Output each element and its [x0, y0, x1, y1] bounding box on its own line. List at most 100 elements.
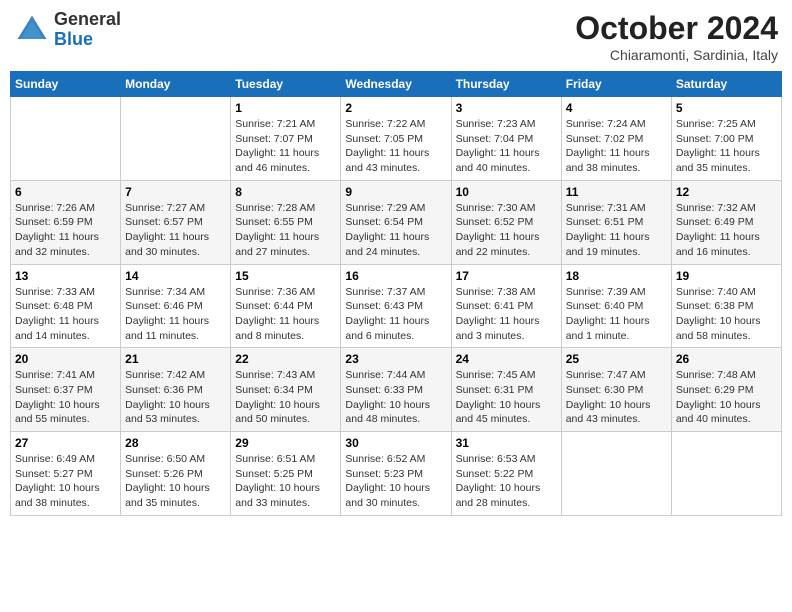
day-info: Sunrise: 7:36 AM Sunset: 6:44 PM Dayligh… [235, 285, 336, 344]
day-info: Sunrise: 7:38 AM Sunset: 6:41 PM Dayligh… [456, 285, 557, 344]
calendar-cell: 29 Sunrise: 6:51 AM Sunset: 5:25 PM Dayli… [231, 432, 341, 516]
day-info: Sunrise: 7:34 AM Sunset: 6:46 PM Dayligh… [125, 285, 226, 344]
calendar-cell: 1 Sunrise: 7:21 AM Sunset: 7:07 PM Daylig… [231, 97, 341, 181]
day-info: Sunrise: 7:45 AM Sunset: 6:31 PM Dayligh… [456, 368, 557, 427]
day-info: Sunrise: 7:22 AM Sunset: 7:05 PM Dayligh… [345, 117, 446, 176]
calendar-cell: 21 Sunrise: 7:42 AM Sunset: 6:36 PM Dayli… [121, 348, 231, 432]
day-number: 20 [15, 352, 116, 366]
day-info: Sunrise: 6:49 AM Sunset: 5:27 PM Dayligh… [15, 452, 116, 511]
calendar-cell: 7 Sunrise: 7:27 AM Sunset: 6:57 PM Daylig… [121, 180, 231, 264]
weekday-header-wednesday: Wednesday [341, 72, 451, 97]
day-info: Sunrise: 7:44 AM Sunset: 6:33 PM Dayligh… [345, 368, 446, 427]
calendar-cell: 9 Sunrise: 7:29 AM Sunset: 6:54 PM Daylig… [341, 180, 451, 264]
weekday-header-saturday: Saturday [671, 72, 781, 97]
day-info: Sunrise: 7:40 AM Sunset: 6:38 PM Dayligh… [676, 285, 777, 344]
calendar-cell: 15 Sunrise: 7:36 AM Sunset: 6:44 PM Dayli… [231, 264, 341, 348]
title-block: October 2024 Chiaramonti, Sardinia, Ital… [575, 10, 778, 63]
week-row-5: 27 Sunrise: 6:49 AM Sunset: 5:27 PM Dayli… [11, 432, 782, 516]
day-number: 13 [15, 269, 116, 283]
calendar-cell: 2 Sunrise: 7:22 AM Sunset: 7:05 PM Daylig… [341, 97, 451, 181]
day-info: Sunrise: 7:21 AM Sunset: 7:07 PM Dayligh… [235, 117, 336, 176]
day-info: Sunrise: 7:27 AM Sunset: 6:57 PM Dayligh… [125, 201, 226, 260]
day-number: 21 [125, 352, 226, 366]
day-info: Sunrise: 6:51 AM Sunset: 5:25 PM Dayligh… [235, 452, 336, 511]
calendar-table: SundayMondayTuesdayWednesdayThursdayFrid… [10, 71, 782, 516]
day-info: Sunrise: 7:26 AM Sunset: 6:59 PM Dayligh… [15, 201, 116, 260]
location: Chiaramonti, Sardinia, Italy [575, 47, 778, 63]
calendar-cell: 31Sunrise: 6:53 AM Sunset: 5:22 PM Dayli… [451, 432, 561, 516]
calendar-cell: 10Sunrise: 7:30 AM Sunset: 6:52 PM Dayli… [451, 180, 561, 264]
day-number: 31 [456, 436, 557, 450]
day-info: Sunrise: 7:32 AM Sunset: 6:49 PM Dayligh… [676, 201, 777, 260]
calendar-cell: 22 Sunrise: 7:43 AM Sunset: 6:34 PM Dayli… [231, 348, 341, 432]
day-number: 22 [235, 352, 336, 366]
day-number: 30 [345, 436, 446, 450]
day-number: 4 [566, 101, 667, 115]
day-info: Sunrise: 7:48 AM Sunset: 6:29 PM Dayligh… [676, 368, 777, 427]
page-header: General Blue October 2024 Chiaramonti, S… [10, 10, 782, 63]
week-row-1: 1 Sunrise: 7:21 AM Sunset: 7:07 PM Daylig… [11, 97, 782, 181]
logo-general: General [54, 9, 121, 29]
logo-icon [14, 12, 50, 48]
day-info: Sunrise: 7:43 AM Sunset: 6:34 PM Dayligh… [235, 368, 336, 427]
day-number: 26 [676, 352, 777, 366]
calendar-cell [561, 432, 671, 516]
calendar-cell: 30 Sunrise: 6:52 AM Sunset: 5:23 PM Dayli… [341, 432, 451, 516]
month-title: October 2024 [575, 10, 778, 47]
day-number: 7 [125, 185, 226, 199]
day-number: 3 [456, 101, 557, 115]
day-info: Sunrise: 7:47 AM Sunset: 6:30 PM Dayligh… [566, 368, 667, 427]
day-info: Sunrise: 7:30 AM Sunset: 6:52 PM Dayligh… [456, 201, 557, 260]
calendar-cell: 23 Sunrise: 7:44 AM Sunset: 6:33 PM Dayli… [341, 348, 451, 432]
calendar-cell: 28 Sunrise: 6:50 AM Sunset: 5:26 PM Dayli… [121, 432, 231, 516]
week-row-4: 20 Sunrise: 7:41 AM Sunset: 6:37 PM Dayli… [11, 348, 782, 432]
week-row-3: 13 Sunrise: 7:33 AM Sunset: 6:48 PM Dayli… [11, 264, 782, 348]
calendar-cell: 11Sunrise: 7:31 AM Sunset: 6:51 PM Dayli… [561, 180, 671, 264]
calendar-cell: 27 Sunrise: 6:49 AM Sunset: 5:27 PM Dayli… [11, 432, 121, 516]
day-number: 8 [235, 185, 336, 199]
calendar-cell: 5Sunrise: 7:25 AM Sunset: 7:00 PM Daylig… [671, 97, 781, 181]
calendar-cell [121, 97, 231, 181]
day-info: Sunrise: 7:24 AM Sunset: 7:02 PM Dayligh… [566, 117, 667, 176]
calendar-cell: 12 Sunrise: 7:32 AM Sunset: 6:49 PM Dayli… [671, 180, 781, 264]
day-info: Sunrise: 7:41 AM Sunset: 6:37 PM Dayligh… [15, 368, 116, 427]
logo-text: General Blue [54, 10, 121, 50]
calendar-cell: 3 Sunrise: 7:23 AM Sunset: 7:04 PM Daylig… [451, 97, 561, 181]
day-info: Sunrise: 7:42 AM Sunset: 6:36 PM Dayligh… [125, 368, 226, 427]
day-number: 1 [235, 101, 336, 115]
calendar-cell: 24 Sunrise: 7:45 AM Sunset: 6:31 PM Dayli… [451, 348, 561, 432]
day-info: Sunrise: 7:39 AM Sunset: 6:40 PM Dayligh… [566, 285, 667, 344]
day-number: 24 [456, 352, 557, 366]
day-info: Sunrise: 7:29 AM Sunset: 6:54 PM Dayligh… [345, 201, 446, 260]
weekday-header-monday: Monday [121, 72, 231, 97]
calendar-cell: 8 Sunrise: 7:28 AM Sunset: 6:55 PM Daylig… [231, 180, 341, 264]
day-number: 9 [345, 185, 446, 199]
day-number: 28 [125, 436, 226, 450]
weekday-header-tuesday: Tuesday [231, 72, 341, 97]
day-number: 23 [345, 352, 446, 366]
day-number: 5 [676, 101, 777, 115]
day-number: 27 [15, 436, 116, 450]
week-row-2: 6Sunrise: 7:26 AM Sunset: 6:59 PM Daylig… [11, 180, 782, 264]
calendar-cell: 25 Sunrise: 7:47 AM Sunset: 6:30 PM Dayli… [561, 348, 671, 432]
weekday-header-thursday: Thursday [451, 72, 561, 97]
day-number: 15 [235, 269, 336, 283]
day-number: 29 [235, 436, 336, 450]
day-info: Sunrise: 7:23 AM Sunset: 7:04 PM Dayligh… [456, 117, 557, 176]
day-number: 2 [345, 101, 446, 115]
weekday-header-friday: Friday [561, 72, 671, 97]
weekday-header-row: SundayMondayTuesdayWednesdayThursdayFrid… [11, 72, 782, 97]
calendar-cell [11, 97, 121, 181]
calendar-cell: 4 Sunrise: 7:24 AM Sunset: 7:02 PM Daylig… [561, 97, 671, 181]
calendar-cell: 6Sunrise: 7:26 AM Sunset: 6:59 PM Daylig… [11, 180, 121, 264]
day-number: 25 [566, 352, 667, 366]
day-info: Sunrise: 7:33 AM Sunset: 6:48 PM Dayligh… [15, 285, 116, 344]
day-number: 14 [125, 269, 226, 283]
day-info: Sunrise: 6:52 AM Sunset: 5:23 PM Dayligh… [345, 452, 446, 511]
day-info: Sunrise: 7:31 AM Sunset: 6:51 PM Dayligh… [566, 201, 667, 260]
day-number: 16 [345, 269, 446, 283]
day-info: Sunrise: 7:28 AM Sunset: 6:55 PM Dayligh… [235, 201, 336, 260]
day-info: Sunrise: 6:50 AM Sunset: 5:26 PM Dayligh… [125, 452, 226, 511]
day-number: 12 [676, 185, 777, 199]
calendar-cell: 13 Sunrise: 7:33 AM Sunset: 6:48 PM Dayli… [11, 264, 121, 348]
